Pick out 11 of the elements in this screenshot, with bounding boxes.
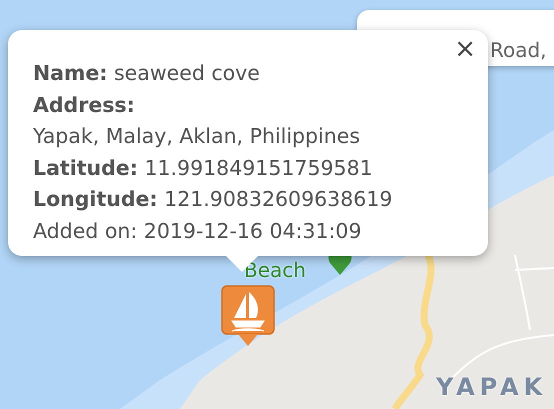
info-line: Name: seaweed cove [33,60,261,87]
address-text: Road, [490,38,547,62]
address-text: Yapak, Malay, Aklan, Philippines [33,123,362,150]
info-line: Latitude: 11.991849151759581 [33,154,374,182]
added-on-text: Added on: 2019-12-16 04:31:09 [33,218,363,244]
sailboat-marker-icon [221,285,275,346]
info-line: Longitude: 121.90832609638619 [33,186,394,213]
info-label: Address: [33,92,136,118]
place-label: YAPAK [436,373,548,401]
close-button[interactable]: × [450,34,480,64]
poi-label: Beach [244,258,306,282]
